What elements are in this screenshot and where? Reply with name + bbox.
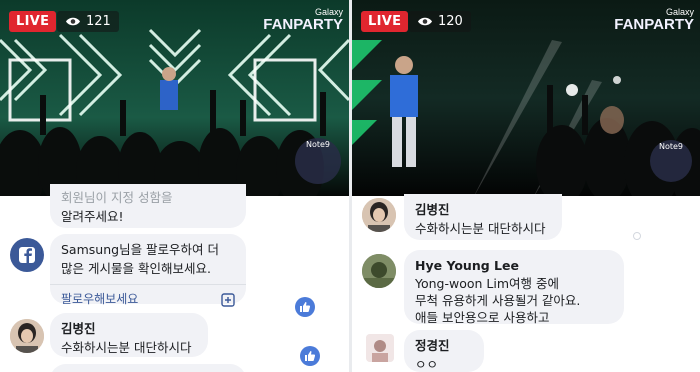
avatar	[10, 319, 44, 353]
thumbs-up-icon	[305, 351, 316, 361]
right-comment-list: 김병진 수화하시는분 대단하시다 Hye Young Lee Yong-woon…	[352, 194, 700, 372]
user-photo-icon	[366, 334, 394, 362]
note9-sign-language-overlay: Note9	[650, 140, 692, 182]
viewer-count-badge: 120	[409, 11, 471, 32]
comment-text: 수화하시는분 대단하시다	[61, 340, 192, 355]
commenter-name[interactable]: Hye Young Lee	[415, 256, 613, 275]
avatar	[362, 198, 396, 232]
viewer-count: 120	[438, 14, 463, 29]
user-photo-icon	[362, 198, 396, 232]
viewer-count: 121	[86, 14, 111, 29]
right-video-player[interactable]: LIVE 120 Galaxy FANPARTY Note9	[352, 0, 700, 196]
comment-bubble: 회원님이 지정 성함을 알려주세요!	[50, 184, 246, 228]
commenter-name[interactable]: 김병진	[415, 200, 551, 219]
avatar	[366, 334, 394, 362]
comment-bubble: Hye Young Lee Yong-woon Lim여행 중에 무척 유용하게…	[404, 250, 624, 325]
comment-text: ㅇㅇ	[415, 357, 439, 372]
galaxy-fanparty-logo: Galaxy FANPARTY	[614, 8, 694, 33]
comment-bubble: 김병진 수화하시는분 대단하시다	[50, 313, 208, 357]
eye-icon	[66, 17, 80, 26]
follow-text-line2: 많은 게시물을 확인해보세요.	[61, 261, 211, 276]
comment-bubble	[50, 364, 246, 372]
comment-text-line1: Yong-woon Lim여행 중에	[415, 276, 559, 291]
live-badge: LIVE	[9, 11, 57, 32]
facebook-icon	[19, 247, 35, 263]
galaxy-fanparty-logo: Galaxy FANPARTY	[263, 8, 343, 33]
viewer-count-badge: 121	[57, 11, 119, 32]
comment-text-line1: 회원님이 지정 성함을	[61, 190, 173, 205]
note9-label: Note9	[658, 142, 684, 151]
comment-text-line2: 무척 유용하게 사용될거 같아요.	[415, 293, 581, 308]
comment-text: 수화하시는분 대단하시다	[415, 221, 546, 236]
comment-text-line3: 애들 보안용으로 사용하고	[415, 310, 550, 325]
comment-bubble: 김병진 수화하시는분 대단하시다	[404, 194, 562, 240]
user-photo-icon	[10, 319, 44, 353]
logo-line2: FANPARTY	[614, 16, 694, 33]
live-badge: LIVE	[361, 11, 409, 32]
commenter-name[interactable]: 김병진	[61, 319, 197, 338]
note9-label: Note9	[305, 140, 331, 149]
avatar	[362, 254, 396, 288]
left-live-stream-panel: LIVE 121 Galaxy FANPARTY Note9 회원님이 지정 성…	[0, 0, 349, 372]
plus-square-icon[interactable]	[221, 292, 235, 307]
commenter-name[interactable]: 정경진	[415, 336, 473, 355]
floating-like-reaction	[300, 346, 320, 366]
facebook-avatar	[10, 238, 44, 272]
follow-prompt-card: Samsung님을 팔로우하여 더 많은 게시물을 확인해보세요. 팔로우해보세…	[50, 234, 246, 307]
follow-text-line1: Samsung님을 팔로우하여 더	[61, 242, 220, 257]
left-comment-list: 회원님이 지정 성함을 알려주세요! Samsung님을 팔로우하여 더 많은 …	[0, 184, 349, 372]
eye-icon	[418, 17, 432, 26]
left-video-player[interactable]: LIVE 121 Galaxy FANPARTY Note9	[0, 0, 349, 196]
comment-bubble: 정경진 ㅇㅇ	[404, 330, 484, 372]
follow-action[interactable]: 팔로우해보세요	[50, 284, 246, 314]
follow-button-label[interactable]: 팔로우해보세요	[61, 290, 138, 309]
thumbs-up-icon	[300, 302, 311, 312]
floating-like-reaction	[295, 297, 315, 317]
scroll-indicator	[633, 232, 641, 240]
logo-line2: FANPARTY	[263, 16, 343, 33]
note9-sign-language-overlay: Note9	[295, 138, 341, 184]
right-live-stream-panel: LIVE 120 Galaxy FANPARTY Note9 김병진 수화하시는…	[352, 0, 700, 372]
landscape-photo-icon	[362, 254, 396, 288]
comment-text-line2: 알려주세요!	[61, 209, 124, 224]
